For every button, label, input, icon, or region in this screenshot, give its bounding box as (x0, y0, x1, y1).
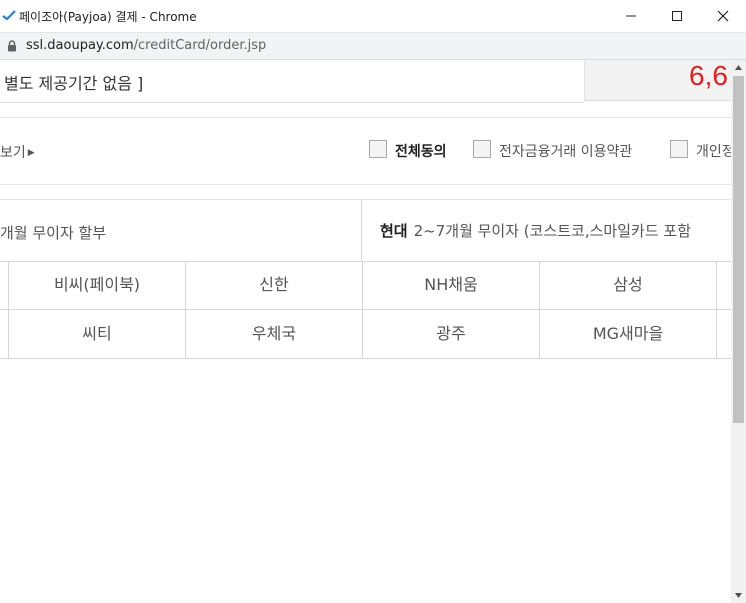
amount-box: 6,6 (584, 60, 731, 101)
payment-amount: 6,6 (689, 60, 728, 91)
caret-right-icon: ▶ (27, 148, 35, 158)
minimize-icon (626, 15, 636, 17)
maximize-icon (672, 11, 682, 21)
agreement-row: 보기 ▶ 전체동의 전자금융거래 이용약관 개인정 (0, 117, 731, 185)
card-company-grid: 비씨(페이북) 신한 NH채움 삼성 씨티 우체국 광주 MG새마을 (0, 261, 731, 361)
card-option[interactable]: 신한 (186, 261, 363, 310)
promo-divider (361, 200, 362, 261)
url-path: /creditCard/order.jsp (133, 38, 267, 53)
card-option[interactable]: 비씨(페이북) (9, 261, 186, 310)
url-text[interactable]: ssl.daoupay.com/creditCard/order.jsp (26, 38, 266, 53)
window-titlebar: 페이조아(Payjoa) 결제 - Chrome (0, 0, 746, 33)
card-option[interactable]: MG새마을 (540, 310, 717, 359)
card-option[interactable] (0, 310, 9, 359)
notice-text: 별도 제공기간 없음 ] (4, 74, 144, 93)
card-option[interactable]: 삼성 (540, 261, 717, 310)
payjoa-logo-icon (2, 10, 16, 21)
view-terms-label: 보기 (0, 145, 26, 161)
address-bar[interactable]: ssl.daoupay.com/creditCard/order.jsp (0, 33, 746, 60)
card-option[interactable] (0, 261, 9, 310)
promo-card-name: 현대 (380, 222, 408, 240)
card-option[interactable] (717, 261, 731, 310)
close-button[interactable] (700, 0, 746, 32)
card-option[interactable]: 우체국 (186, 310, 363, 359)
efinance-terms-checkbox[interactable] (473, 140, 491, 158)
card-option[interactable]: 씨티 (9, 310, 186, 359)
card-option[interactable]: 광주 (363, 310, 540, 359)
window-title: 페이조아(Payjoa) 결제 - Chrome (19, 10, 197, 24)
privacy-terms-label[interactable]: 개인정 (696, 141, 731, 161)
minimize-button[interactable] (608, 0, 654, 32)
promo-right: 현대 2~7개월 무이자 (코스트코,스마일카드 포함 (380, 220, 691, 241)
promo-right-text: 2~7개월 무이자 (코스트코,스마일카드 포함 (413, 222, 691, 240)
card-option[interactable]: NH채움 (363, 261, 540, 310)
scroll-up-button[interactable] (731, 60, 746, 75)
scroll-down-button[interactable] (731, 588, 746, 603)
vertical-scrollbar[interactable] (731, 60, 746, 603)
lock-icon (8, 40, 16, 52)
card-option[interactable] (717, 310, 731, 359)
notice-bar: 별도 제공기간 없음 ] (0, 60, 584, 103)
view-terms-link[interactable]: 보기 ▶ (0, 142, 35, 162)
close-icon (717, 10, 729, 22)
privacy-terms-checkbox[interactable] (670, 140, 688, 158)
url-domain: ssl.daoupay.com (26, 38, 134, 53)
all-agree-label[interactable]: 전체동의 (395, 141, 447, 161)
maximize-button[interactable] (654, 0, 700, 32)
page-viewport: 별도 제공기간 없음 ] 6,6 보기 ▶ 전체동의 전자금융거래 이용약관 개인… (0, 60, 731, 603)
scroll-up-arrow-icon (735, 65, 742, 70)
scrollbar-thumb[interactable] (733, 76, 744, 423)
installment-promo: 개월 무이자 할부 현대 2~7개월 무이자 (코스트코,스마일카드 포함 (0, 199, 731, 262)
efinance-terms-label[interactable]: 전자금융거래 이용약관 (499, 141, 632, 161)
scroll-down-arrow-icon (735, 593, 742, 598)
all-agree-checkbox[interactable] (369, 140, 387, 158)
promo-left-text: 개월 무이자 할부 (0, 224, 107, 242)
